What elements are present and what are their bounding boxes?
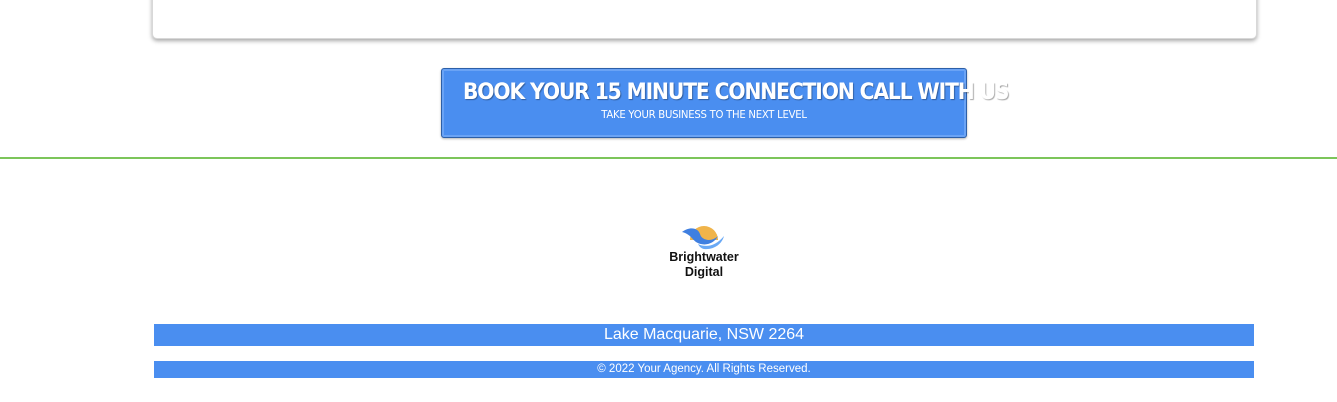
book-call-title: BOOK YOUR 15 MINUTE CONNECTION CALL WITH…	[462, 80, 1010, 105]
book-call-subtitle: TAKE YOUR BUSINESS TO THE NEXT LEVEL	[601, 108, 807, 121]
sun-wave-icon	[682, 226, 724, 250]
content-card	[152, 0, 1257, 39]
section-divider	[0, 157, 1337, 159]
address-bar: Lake Macquarie, NSW 2264	[154, 324, 1254, 346]
copyright-bar: © 2022 Your Agency. All Rights Reserved.	[154, 361, 1254, 378]
brand-name-line2: Digital	[684, 265, 724, 279]
book-call-button[interactable]: BOOK YOUR 15 MINUTE CONNECTION CALL WITH…	[441, 68, 1010, 138]
brand-logo[interactable]: Brightwater Digital	[654, 214, 754, 286]
brand-name-line1: Brightwater	[669, 250, 739, 264]
page: BOOK YOUR 15 MINUTE CONNECTION CALL WITH…	[0, 0, 1337, 402]
